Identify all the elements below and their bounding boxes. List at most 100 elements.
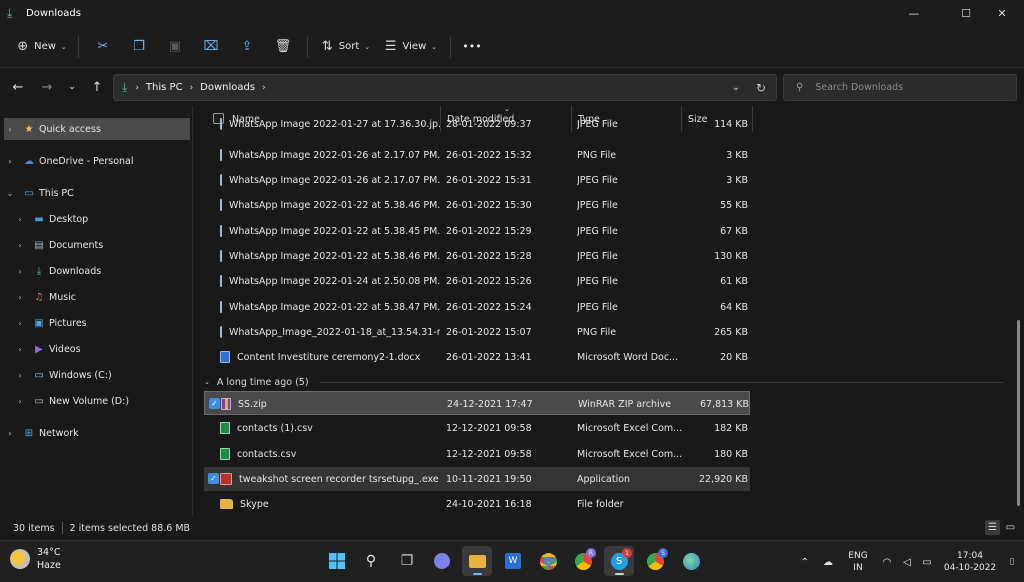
row-checkbox[interactable]: ✓ [209,398,220,409]
volume-icon[interactable]: ◁ [899,541,915,582]
teams-chat-button[interactable] [427,546,457,576]
sidebar-item-downloads[interactable]: › ⤓ Downloads [14,260,190,282]
start-button[interactable] [322,546,352,576]
table-row[interactable]: WhatsApp Image 2022-01-22 at 5.38.47 PM.… [204,295,750,319]
sidebar-item-new-volume-d[interactable]: › ▭ New Volume (D:) [14,390,190,412]
word-button[interactable]: W [498,546,528,576]
excel-file-icon [220,448,230,460]
vertical-scrollbar[interactable] [1017,320,1020,506]
word-document-icon [220,351,230,363]
image-file-icon [220,225,222,237]
chrome-button[interactable] [533,546,563,576]
browser-globe-button[interactable] [676,546,706,576]
notifications-icon[interactable]: ▯ [1005,541,1019,582]
table-row[interactable]: WhatsApp_Image_2022-01-18_at_13.54.31-r.… [204,320,750,344]
sidebar-item-music[interactable]: › ♫ Music [14,286,190,308]
table-row-selected[interactable]: ✓ tweakshot screen recorder tsrsetupg_.e… [204,467,750,491]
sort-button[interactable]: ⇅ Sort ⌄ [314,32,378,62]
table-row[interactable]: WhatsApp Image 2022-01-26 at 2.17.07 PM.… [204,143,750,167]
table-row[interactable]: WhatsApp Image 2022-01-22 at 5.38.45 PM.… [204,219,750,243]
weather-condition: Haze [37,560,61,571]
table-row[interactable]: WhatsApp Image 2022-01-24 at 2.50.08 PM.… [204,269,750,293]
sidebar-item-documents[interactable]: › ▤ Documents [14,234,190,256]
breadcrumb-separator: › [189,82,194,93]
row-checkbox[interactable]: ✓ [208,473,219,484]
file-name: tweakshot screen recorder tsrsetupg_.exe [239,473,439,485]
sidebar-item-quick-access[interactable]: › ★ Quick access [4,118,190,140]
sidebar-item-desktop[interactable]: › ▬ Desktop [14,208,190,230]
forward-button[interactable]: → [37,77,57,97]
back-button[interactable]: ← [8,77,28,97]
expand-chevron-icon[interactable]: › [4,429,16,438]
details-view-icon[interactable]: ☰ [985,520,1000,535]
file-explorer-button[interactable] [462,546,492,576]
minimize-button[interactable]: — [892,0,936,26]
sidebar-item-onedrive[interactable]: › ☁ OneDrive - Personal [4,150,190,172]
group-header-long-time-ago[interactable]: ⌄ A long time ago (5) [204,372,1004,392]
more-button[interactable]: ••• [457,32,487,62]
chrome-profile-s-button[interactable]: S [640,546,670,576]
sidebar-item-pictures[interactable]: › ▣ Pictures [14,312,190,334]
search-input[interactable]: ⚲ Search Downloads [783,74,1017,101]
copy-button[interactable]: ❐ [121,32,157,62]
up-button[interactable]: ↑ [87,77,107,97]
expand-chevron-icon[interactable]: › [14,215,26,224]
cut-button[interactable]: ✂ [85,32,121,62]
address-bar[interactable]: ⤓ › This PC › Downloads › ⌄ ↻ [113,74,777,101]
music-icon: ♫ [34,291,44,303]
share-button[interactable]: ⇪ [229,32,265,62]
expand-chevron-icon[interactable]: › [14,371,26,380]
expand-chevron-icon[interactable]: › [14,241,26,250]
collapse-chevron-icon[interactable]: ⌄ [4,189,16,198]
breadcrumb-downloads[interactable]: Downloads [200,82,255,93]
file-date: 26-01-2022 15:32 [446,149,532,161]
file-name: SS.zip [238,398,267,410]
table-row[interactable]: contacts.csv 12-12-2021 09:58 Microsoft … [204,442,750,466]
table-row[interactable]: contacts (1).csv 12-12-2021 09:58 Micros… [204,416,750,440]
table-row[interactable]: Content Investiture ceremony2-1.docx 26-… [204,345,750,369]
search-button[interactable]: ⚲ [356,546,386,576]
skype-button[interactable]: S 1 [604,546,634,576]
expand-chevron-icon[interactable]: › [14,345,26,354]
table-row[interactable]: Skype 24-10-2021 16:18 File folder [204,492,750,516]
image-file-icon [220,118,222,130]
expand-chevron-icon[interactable]: › [4,157,16,166]
table-row[interactable]: WhatsApp Image 2022-01-22 at 5.38.46 PM.… [204,193,750,217]
onedrive-tray-icon[interactable]: ☁ [818,541,838,582]
close-button[interactable]: ✕ [980,0,1024,26]
task-view-button[interactable]: ❐ [392,546,422,576]
table-row[interactable]: WhatsApp Image 2022-01-22 at 5.38.46 PM.… [204,244,750,268]
breadcrumb-this-pc[interactable]: This PC [146,82,183,93]
weather-widget[interactable]: 34°C Haze [10,546,61,572]
delete-button[interactable]: 🗑 [265,32,301,62]
battery-icon[interactable]: ▭ [919,541,935,582]
language-indicator[interactable]: ENG IN [843,541,873,582]
recent-locations-button[interactable]: ⌄ [62,77,82,97]
expand-chevron-icon[interactable]: › [14,267,26,276]
table-row-selected[interactable]: ✓ SS.zip 24-12-2021 17:47 WinRAR ZIP arc… [204,391,750,415]
address-history-chevron-icon[interactable]: ⌄ [732,82,740,93]
show-hidden-icons-button[interactable]: ⌃ [798,541,812,582]
collapse-chevron-icon[interactable]: ⌄ [204,378,210,386]
table-row[interactable]: WhatsApp Image 2022-01-26 at 2.17.07 PM.… [204,168,750,192]
expand-chevron-icon[interactable]: › [14,319,26,328]
expand-chevron-icon[interactable]: › [14,397,26,406]
chevron-down-icon: ⌄ [431,42,438,51]
tiles-view-icon[interactable]: ▭ [1003,520,1018,535]
chrome-profile-r-button[interactable]: R [568,546,598,576]
paste-button[interactable]: ▣ [157,32,193,62]
expand-chevron-icon[interactable]: › [4,125,16,134]
sidebar-item-this-pc[interactable]: ⌄ ▭ This PC [4,182,190,204]
command-bar: ⊕ New ⌄ ✂ ❐ ▣ ⌧ ⇪ 🗑 ⇅ Sort ⌄ ☰ View ⌄ ••… [0,26,1024,68]
rename-button[interactable]: ⌧ [193,32,229,62]
table-row[interactable]: WhatsApp Image 2022-01-27 at 17.36.30.jp… [204,118,750,134]
expand-chevron-icon[interactable]: › [14,293,26,302]
sidebar-item-network[interactable]: › ⊞ Network [4,422,190,444]
sidebar-item-windows-c[interactable]: › ▭ Windows (C:) [14,364,190,386]
wifi-icon[interactable]: ◠ [879,541,895,582]
clock[interactable]: 17:04 04-10-2022 [940,541,1000,582]
view-button[interactable]: ☰ View ⌄ [378,32,444,62]
new-button[interactable]: ⊕ New ⌄ [12,32,72,62]
refresh-icon[interactable]: ↻ [756,81,766,95]
sidebar-item-videos[interactable]: › ▶ Videos [14,338,190,360]
